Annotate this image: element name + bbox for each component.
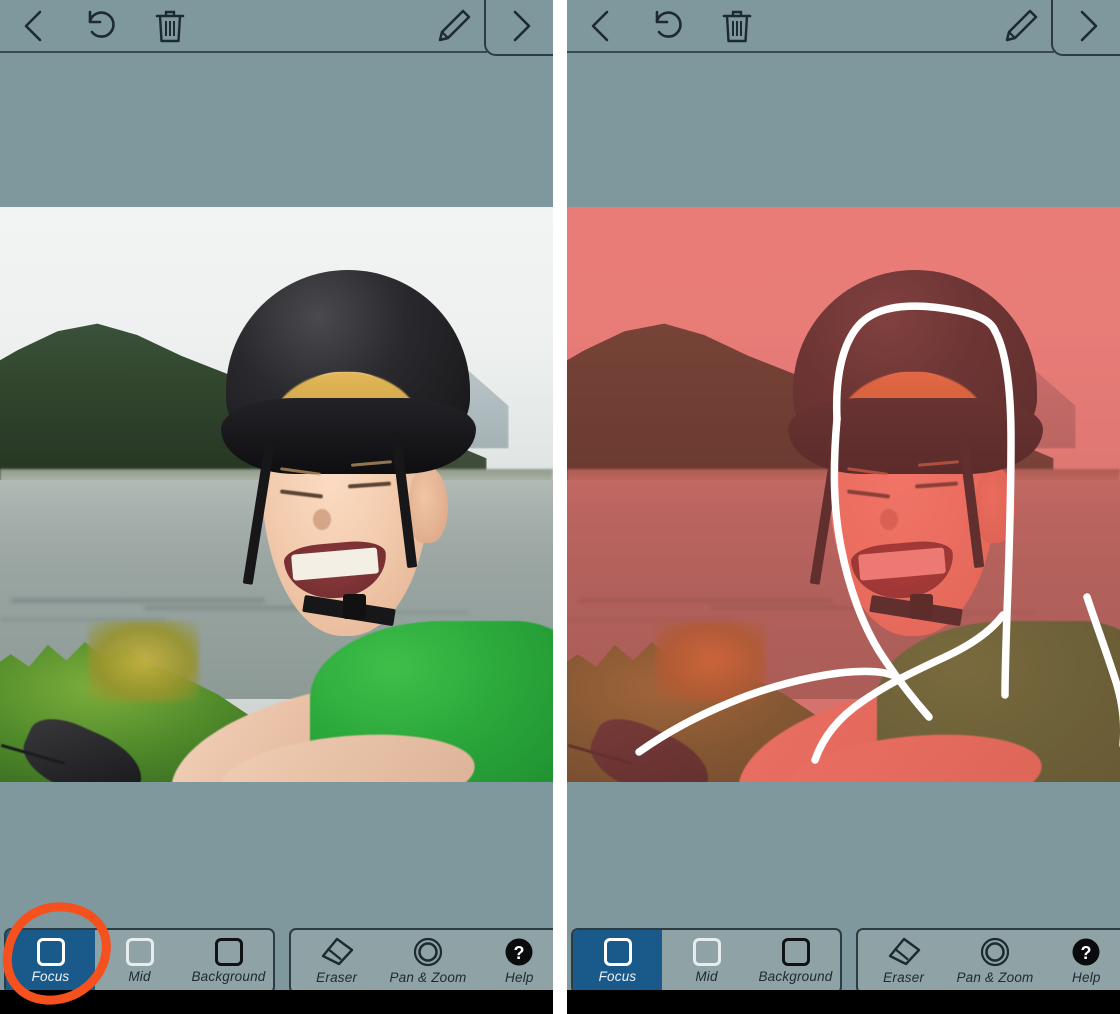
trash-icon bbox=[154, 8, 186, 44]
tool-help-label: Help bbox=[505, 970, 534, 985]
tool-eraser-label: Eraser bbox=[883, 970, 924, 985]
photo-canvas[interactable] bbox=[567, 207, 1120, 782]
ear bbox=[409, 466, 447, 543]
question-mark-circle-icon: ? bbox=[503, 937, 535, 967]
eraser-icon bbox=[887, 937, 921, 967]
device-home-bar bbox=[0, 990, 553, 1014]
tool-eraser[interactable]: Eraser bbox=[858, 930, 949, 992]
utility-tool-group: Eraser Pan & Zoom ? Help bbox=[856, 928, 1120, 994]
undo-arrow-icon bbox=[651, 9, 685, 43]
selection-stroke-face-left bbox=[837, 306, 995, 419]
chevron-right-icon bbox=[510, 9, 534, 43]
background-swatch-icon bbox=[215, 938, 243, 966]
svg-text:?: ? bbox=[1081, 943, 1092, 963]
back-button[interactable] bbox=[573, 2, 627, 50]
delete-button[interactable] bbox=[710, 2, 764, 50]
background-swatch-icon bbox=[782, 938, 810, 966]
bottom-toolbar: Focus Mid Background Eraser bbox=[0, 928, 553, 990]
top-toolbar bbox=[567, 0, 1120, 52]
mid-swatch-icon bbox=[126, 938, 154, 966]
utility-tool-group: Eraser Pan & Zoom ? Help bbox=[289, 928, 553, 994]
tool-focus-label: Focus bbox=[599, 969, 637, 984]
pencil-icon bbox=[436, 8, 472, 44]
selection-stroke-face-right bbox=[995, 331, 1011, 695]
photo-canvas[interactable] bbox=[0, 207, 553, 782]
mask-tool-group: Focus Mid Background bbox=[4, 928, 275, 994]
focus-swatch-icon bbox=[604, 938, 632, 966]
undo-button[interactable] bbox=[641, 2, 695, 50]
tool-focus[interactable]: Focus bbox=[573, 930, 662, 992]
chevron-left-icon bbox=[21, 9, 45, 43]
photo-content bbox=[0, 207, 553, 782]
focus-swatch-icon bbox=[37, 938, 65, 966]
nose bbox=[313, 509, 331, 530]
chevron-right-icon bbox=[1077, 9, 1101, 43]
selection-stroke-body-right bbox=[1087, 597, 1120, 745]
svg-text:?: ? bbox=[514, 943, 525, 963]
next-button[interactable] bbox=[1059, 0, 1119, 52]
tool-mid[interactable]: Mid bbox=[95, 930, 184, 992]
tool-mid[interactable]: Mid bbox=[662, 930, 751, 992]
delete-button[interactable] bbox=[143, 2, 197, 50]
trash-icon bbox=[721, 8, 753, 44]
tool-pan-zoom-label: Pan & Zoom bbox=[389, 970, 466, 985]
back-button[interactable] bbox=[6, 2, 60, 50]
tool-pan-zoom[interactable]: Pan & Zoom bbox=[949, 930, 1040, 992]
dry-grass-tuft bbox=[88, 621, 199, 702]
eraser-icon bbox=[320, 937, 354, 967]
edit-button[interactable] bbox=[427, 2, 481, 50]
toolbar-divider-rule bbox=[567, 51, 1054, 53]
mid-swatch-icon bbox=[693, 938, 721, 966]
top-toolbar bbox=[0, 0, 553, 52]
tool-background[interactable]: Background bbox=[184, 930, 273, 992]
tool-help-label: Help bbox=[1072, 970, 1101, 985]
boy-head bbox=[221, 270, 475, 696]
tool-help[interactable]: ? Help bbox=[1041, 930, 1120, 992]
tool-eraser[interactable]: Eraser bbox=[291, 930, 382, 992]
device-home-bar bbox=[567, 990, 1120, 1014]
question-mark-circle-icon: ? bbox=[1070, 937, 1102, 967]
tool-mid-label: Mid bbox=[128, 969, 150, 984]
tool-mid-label: Mid bbox=[695, 969, 717, 984]
concentric-circles-icon bbox=[979, 937, 1011, 967]
next-button[interactable] bbox=[492, 0, 552, 52]
selection-stroke-layer bbox=[567, 207, 1120, 782]
mask-tool-group: Focus Mid Background bbox=[571, 928, 842, 994]
chevron-left-icon bbox=[588, 9, 612, 43]
tool-background[interactable]: Background bbox=[751, 930, 840, 992]
edit-button[interactable] bbox=[994, 2, 1048, 50]
bottom-toolbar: Focus Mid Background Eraser bbox=[567, 928, 1120, 990]
concentric-circles-icon bbox=[412, 937, 444, 967]
right-panel: Focus Mid Background Eraser bbox=[567, 0, 1120, 1014]
tool-help[interactable]: ? Help bbox=[474, 930, 553, 992]
selection-stroke-arm bbox=[639, 671, 897, 752]
tool-focus-label: Focus bbox=[32, 969, 70, 984]
tool-eraser-label: Eraser bbox=[316, 970, 357, 985]
tool-pan-zoom[interactable]: Pan & Zoom bbox=[382, 930, 473, 992]
strap-buckle bbox=[343, 594, 366, 620]
left-panel: Focus Mid Background Eraser bbox=[0, 0, 553, 1014]
tool-background-label: Background bbox=[191, 969, 265, 984]
helmet-rim bbox=[221, 398, 475, 475]
tool-background-label: Background bbox=[758, 969, 832, 984]
tool-focus[interactable]: Focus bbox=[6, 930, 95, 992]
tool-pan-zoom-label: Pan & Zoom bbox=[956, 970, 1033, 985]
undo-button[interactable] bbox=[74, 2, 128, 50]
undo-arrow-icon bbox=[84, 9, 118, 43]
toolbar-divider-rule bbox=[0, 51, 487, 53]
pencil-icon bbox=[1003, 8, 1039, 44]
screenshot-stage: Focus Mid Background Eraser bbox=[0, 0, 1120, 1014]
